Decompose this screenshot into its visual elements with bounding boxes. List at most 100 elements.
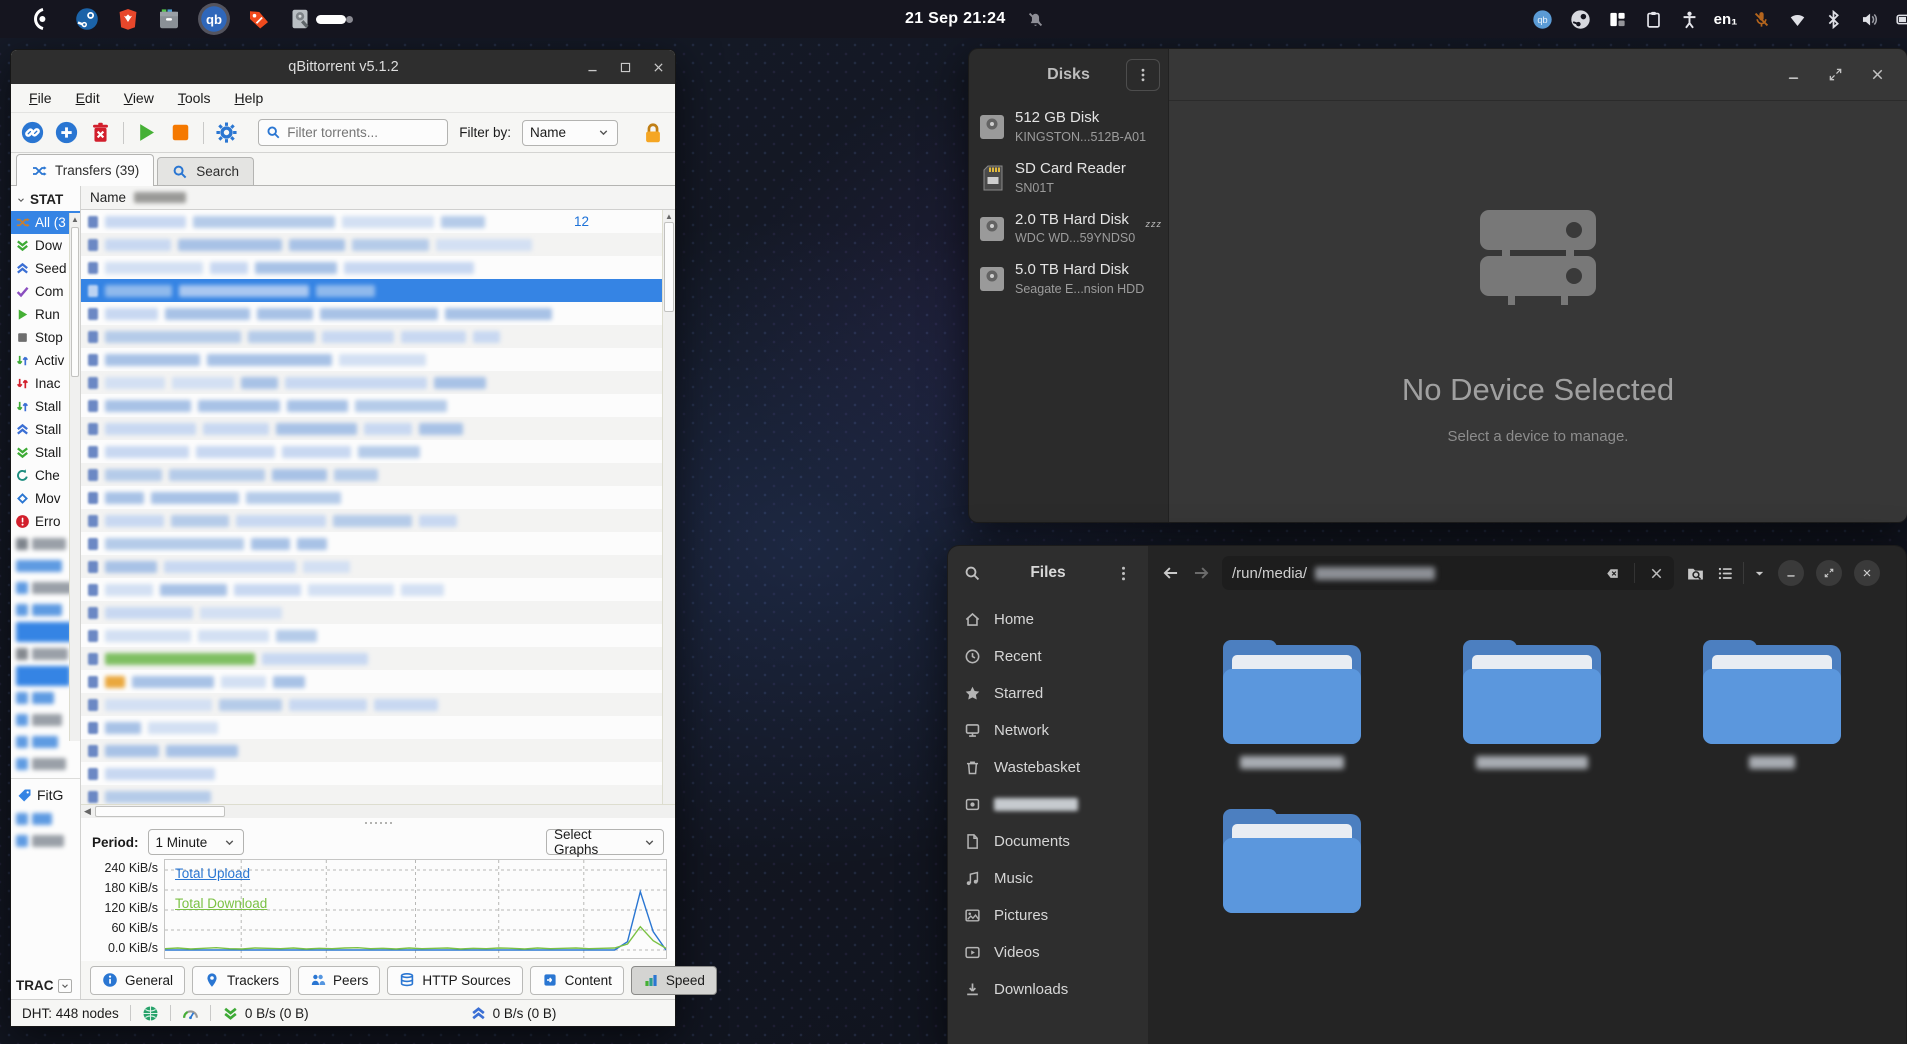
sidebar-item[interactable]: Videos	[956, 934, 1140, 970]
sidebar-item[interactable]: Recent	[956, 638, 1140, 674]
sidebar-item[interactable]: Wastebasket	[956, 749, 1140, 785]
sidebar-item[interactable]: Pictures	[956, 897, 1140, 933]
wifi-icon[interactable]	[1788, 10, 1807, 29]
resume-button[interactable]	[135, 121, 158, 144]
disks-header[interactable]: Disks	[969, 49, 1168, 101]
filter-by-select[interactable]: Name	[522, 119, 618, 146]
table-header[interactable]: Name	[81, 186, 675, 210]
menu-item[interactable]: View	[114, 87, 164, 109]
table-row[interactable]	[81, 302, 675, 325]
clock-area[interactable]: 21 Sep 21:24	[905, 10, 1045, 29]
table-row[interactable]	[81, 532, 675, 555]
table-row[interactable]	[81, 486, 675, 509]
horizontal-scrollbar[interactable]: ◀	[81, 804, 675, 818]
mic-muted-icon[interactable]	[1752, 10, 1771, 29]
filter-input[interactable]	[287, 125, 428, 140]
steam-tray-icon[interactable]	[1570, 9, 1591, 30]
list-view-button[interactable]	[1717, 565, 1734, 582]
lock-button[interactable]	[641, 121, 665, 145]
table-row[interactable]	[81, 417, 675, 440]
sidebar-item[interactable]: Starred	[956, 675, 1140, 711]
workspace-pill[interactable]	[316, 14, 346, 24]
accessibility-icon[interactable]	[1680, 10, 1699, 29]
vertical-scrollbar[interactable]: ▲	[662, 210, 675, 804]
status-section-header[interactable]: STAT	[11, 186, 80, 211]
filter-box[interactable]	[258, 119, 449, 146]
brave-icon[interactable]	[116, 7, 140, 31]
close-button[interactable]	[1870, 67, 1885, 82]
sidebar-scrollbar[interactable]: ▲	[69, 213, 80, 741]
collapse-button[interactable]	[57, 978, 72, 993]
device-list-item[interactable]: SD Card Reader SN01T z​z​z	[969, 152, 1168, 203]
restore-button[interactable]	[1816, 560, 1842, 586]
table-row[interactable]	[81, 348, 675, 371]
view-options-caret[interactable]	[1753, 567, 1766, 580]
detail-tab[interactable]: General	[90, 965, 186, 995]
qbittorrent-tray-icon[interactable]: qb	[1532, 9, 1553, 30]
detail-tab[interactable]: Peers	[298, 965, 381, 995]
table-row[interactable]	[81, 279, 675, 302]
tag-icon[interactable]	[247, 7, 271, 31]
minimize-button[interactable]	[1786, 67, 1801, 82]
table-row[interactable]	[81, 394, 675, 417]
menu-button[interactable]	[1126, 59, 1160, 91]
table-row[interactable]	[81, 670, 675, 693]
category-item[interactable]: FitG	[11, 782, 80, 808]
menu-item[interactable]: Edit	[66, 87, 110, 109]
menu-item[interactable]: File	[19, 87, 62, 109]
sidebar-item[interactable]	[956, 786, 1140, 822]
maximize-button[interactable]	[609, 50, 642, 84]
table-row[interactable]	[81, 762, 675, 785]
table-row[interactable]	[81, 693, 675, 716]
steam-icon[interactable]	[75, 7, 99, 31]
device-list-item[interactable]: 5.0 TB Hard Disk Seagate E...nsion HDD z…	[969, 253, 1168, 304]
sidebar-item[interactable]: Network	[956, 712, 1140, 748]
menu-item[interactable]: Help	[225, 87, 274, 109]
select-graphs-button[interactable]: Select Graphs	[546, 827, 664, 857]
archive-icon[interactable]	[157, 7, 181, 31]
sidebar-item[interactable]: Documents	[956, 823, 1140, 859]
clipboard-icon[interactable]	[1644, 10, 1663, 29]
tiling-icon[interactable]	[1608, 10, 1627, 29]
detail-tab[interactable]: HTTP Sources	[387, 965, 523, 995]
name-column-header[interactable]: Name	[90, 190, 126, 205]
disks-main-headerbar[interactable]	[1169, 49, 1907, 101]
sidebar-item[interactable]: Downloads	[956, 971, 1140, 1007]
table-row[interactable]	[81, 440, 675, 463]
period-select[interactable]: 1 Minute	[147, 829, 244, 855]
sidebar-item[interactable]: Music	[956, 860, 1140, 896]
disks-utility-icon[interactable]	[288, 7, 312, 31]
clear-path-icon[interactable]	[1605, 566, 1620, 581]
volume-icon[interactable]	[1860, 10, 1879, 29]
device-list-item[interactable]: 2.0 TB Hard Disk WDC WD...59YNDS0 z​z​z	[969, 203, 1168, 254]
folder-item[interactable]	[1446, 640, 1618, 769]
device-list-item[interactable]: 512 GB Disk KINGSTON...512B-A01 z​z​z	[969, 101, 1168, 152]
path-bar[interactable]: /run/media/	[1222, 556, 1674, 590]
upload-speed[interactable]: 0 B/s (0 B)	[470, 1005, 556, 1022]
tab[interactable]: Transfers (39)	[16, 154, 155, 186]
detail-tab[interactable]: Speed	[630, 965, 717, 995]
table-row[interactable]	[81, 233, 675, 256]
battery-icon[interactable]	[1896, 10, 1907, 29]
table-row[interactable]	[81, 555, 675, 578]
search-icon[interactable]	[964, 565, 981, 582]
qbittorrent-titlebar[interactable]: qBittorrent v5.1.2	[11, 50, 675, 84]
table-row[interactable]	[81, 463, 675, 486]
add-torrent-button[interactable]	[55, 121, 78, 144]
close-button[interactable]	[642, 50, 675, 84]
table-row[interactable]	[81, 256, 675, 279]
download-speed[interactable]: 0 B/s (0 B)	[222, 1005, 309, 1022]
close-path-icon[interactable]	[1649, 566, 1664, 581]
qbittorrent-icon[interactable]: qb	[198, 3, 230, 35]
splitter-handle[interactable]	[81, 818, 675, 827]
folder-item[interactable]	[1206, 640, 1378, 769]
workspace-dot[interactable]	[346, 15, 353, 23]
table-row[interactable]	[81, 325, 675, 348]
keyboard-layout-icon[interactable]: en₁	[1714, 10, 1738, 29]
table-row[interactable]	[81, 785, 675, 804]
launcher-icon[interactable]	[34, 7, 58, 31]
table-row[interactable]	[81, 601, 675, 624]
options-button[interactable]	[215, 121, 238, 144]
delete-button[interactable]	[89, 121, 112, 144]
table-row[interactable]	[81, 739, 675, 762]
